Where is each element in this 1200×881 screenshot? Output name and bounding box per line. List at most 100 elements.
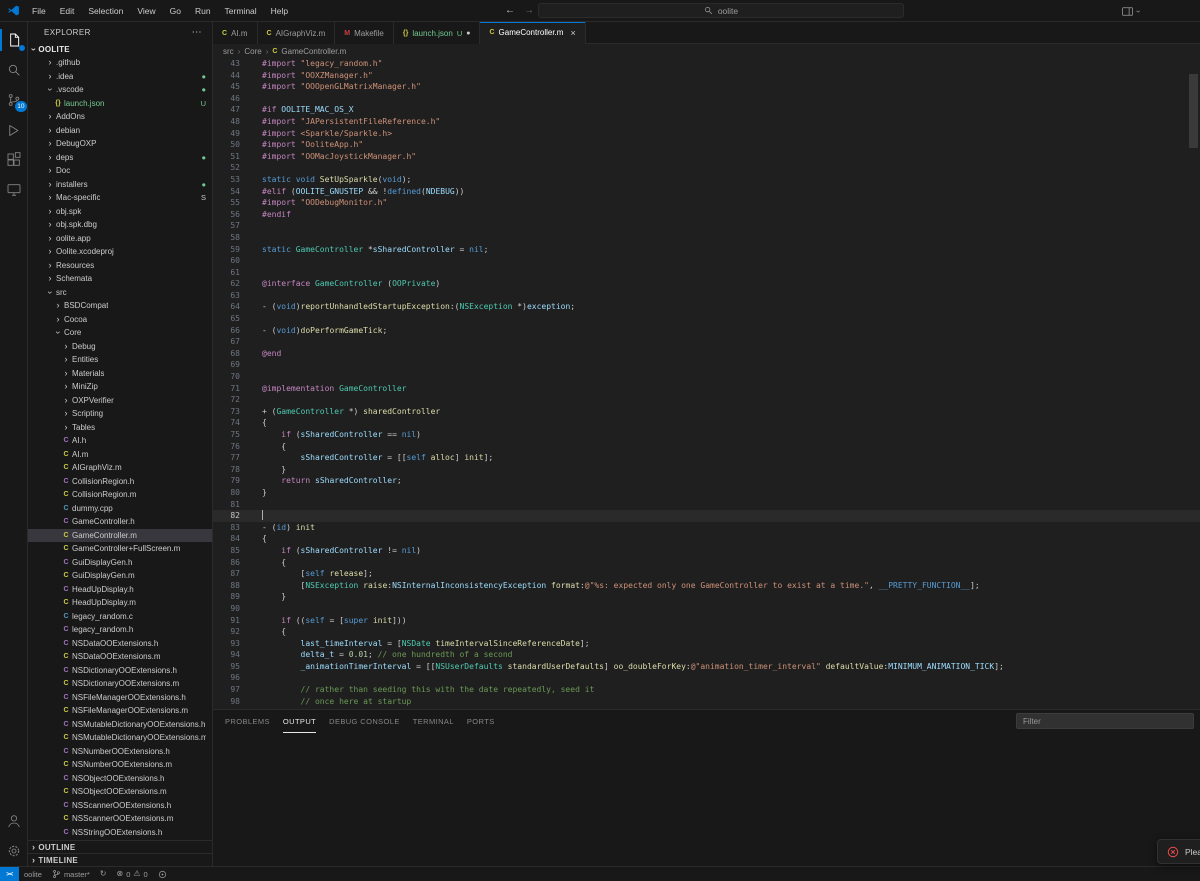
code-line-72[interactable]: 72 <box>213 394 1200 406</box>
tree-item-.github[interactable]: ›.github <box>28 56 212 70</box>
tab-AIGraphViz.m[interactable]: CAIGraphViz.m <box>258 22 336 44</box>
run-debug-activity-icon[interactable] <box>0 115 28 145</box>
code-line-94[interactable]: 94 delta_t = 0.01; // one hundredth of a… <box>213 649 1200 661</box>
code-line-45[interactable]: 45#import "OOOpenGLMatrixManager.h" <box>213 81 1200 93</box>
code-line-55[interactable]: 55#import "OODebugMonitor.h" <box>213 197 1200 209</box>
tree-item-obj.spk.dbg[interactable]: ›obj.spk.dbg <box>28 218 212 232</box>
code-line-90[interactable]: 90 <box>213 603 1200 615</box>
code-line-98[interactable]: 98 // once here at startup <box>213 696 1200 708</box>
extensions-activity-icon[interactable] <box>0 145 28 175</box>
code-line-53[interactable]: 53static void SetUpSparkle(void); <box>213 174 1200 186</box>
tree-item-NSFileManagerOOExtensions.h[interactable]: CNSFileManagerOOExtensions.h <box>28 691 212 705</box>
tree-item-DebugOXP[interactable]: ›DebugOXP <box>28 137 212 151</box>
forward-icon[interactable]: → <box>524 5 534 16</box>
search-activity-icon[interactable] <box>0 55 28 85</box>
breadcrumb-item[interactable]: Core <box>244 47 261 56</box>
more-actions-icon[interactable]: ⋯ <box>192 27 202 38</box>
tree-item-HeadUpDisplay.m[interactable]: CHeadUpDisplay.m <box>28 596 212 610</box>
tree-item-NSMutableDictionaryOOExtensions.h[interactable]: CNSMutableDictionaryOOExtensions.h <box>28 718 212 732</box>
tree-item-CollisionRegion.h[interactable]: CCollisionRegion.h <box>28 475 212 489</box>
panel-tab-debug-console[interactable]: DEBUG CONSOLE <box>329 710 400 733</box>
tree-item-NSNumberOOExtensions.m[interactable]: CNSNumberOOExtensions.m <box>28 758 212 772</box>
code-line-64[interactable]: 64- (void)reportUnhandledStartupExceptio… <box>213 301 1200 313</box>
command-center[interactable]: oolite <box>538 3 904 18</box>
status-problems[interactable]: ⊗ 0 ⚠ 0 <box>111 867 152 881</box>
code-line-56[interactable]: 56#endif <box>213 209 1200 221</box>
tree-item-Doc[interactable]: ›Doc <box>28 164 212 178</box>
tree-item-AI.m[interactable]: CAI.m <box>28 448 212 462</box>
code-line-83[interactable]: 83- (id) init <box>213 522 1200 534</box>
code-line-61[interactable]: 61 <box>213 267 1200 279</box>
account-icon[interactable] <box>0 806 28 836</box>
code-line-59[interactable]: 59static GameController *sSharedControll… <box>213 244 1200 256</box>
tree-item-NSDictionaryOOExtensions.h[interactable]: CNSDictionaryOOExtensions.h <box>28 664 212 678</box>
notification-toast[interactable]: Plea <box>1157 839 1200 864</box>
code-line-44[interactable]: 44#import "OOXZManager.h" <box>213 70 1200 82</box>
tree-item-Cocoa[interactable]: ›Cocoa <box>28 313 212 327</box>
menu-help[interactable]: Help <box>264 0 295 21</box>
code-line-74[interactable]: 74{ <box>213 417 1200 429</box>
panel-tab-ports[interactable]: PORTS <box>467 710 495 733</box>
tree-item-NSScannerOOExtensions.m[interactable]: CNSScannerOOExtensions.m <box>28 812 212 826</box>
breadcrumb-item[interactable]: GameController.m <box>281 47 346 56</box>
remote-indicator[interactable]: >< <box>0 867 19 881</box>
status-sync[interactable]: ↻ <box>95 867 112 881</box>
code-line-79[interactable]: 79 return sSharedController; <box>213 475 1200 487</box>
source-control-activity-icon[interactable]: 10 <box>0 85 28 115</box>
tree-item-Oolite.xcodeproj[interactable]: ›Oolite.xcodeproj <box>28 245 212 259</box>
tree-item-dummy.cpp[interactable]: Cdummy.cpp <box>28 502 212 516</box>
tree-item-Materials[interactable]: ›Materials <box>28 367 212 381</box>
tree-item-AIGraphViz.m[interactable]: CAIGraphViz.m <box>28 461 212 475</box>
tree-item-NSNumberOOExtensions.h[interactable]: CNSNumberOOExtensions.h <box>28 745 212 759</box>
code-line-77[interactable]: 77 sSharedController = [[self alloc] ini… <box>213 452 1200 464</box>
tree-item-NSDataOOExtensions.m[interactable]: CNSDataOOExtensions.m <box>28 650 212 664</box>
tab-AI.m[interactable]: CAI.m <box>213 22 258 44</box>
code-line-97[interactable]: 97 // rather than seeding this with the … <box>213 684 1200 696</box>
code-line-68[interactable]: 68@end <box>213 348 1200 360</box>
status-misc[interactable] <box>153 867 172 881</box>
menu-file[interactable]: File <box>25 0 53 21</box>
status-git-branch[interactable]: master* <box>47 867 95 881</box>
menu-run[interactable]: Run <box>188 0 218 21</box>
tree-item-Debug[interactable]: ›Debug <box>28 340 212 354</box>
workspace-root-row[interactable]: › OOLITE <box>28 42 212 56</box>
code-editor[interactable]: 43#import "legacy_random.h"44#import "OO… <box>213 58 1200 709</box>
chevron-down-icon[interactable]: › <box>1134 10 1143 13</box>
tree-item-NSFileManagerOOExtensions.m[interactable]: CNSFileManagerOOExtensions.m <box>28 704 212 718</box>
code-line-48[interactable]: 48#import "JAPersistentFileReference.h" <box>213 116 1200 128</box>
menu-view[interactable]: View <box>130 0 162 21</box>
tree-item-GameController+FullScreen.m[interactable]: CGameController+FullScreen.m <box>28 542 212 556</box>
menu-go[interactable]: Go <box>163 0 188 21</box>
tree-item-CollisionRegion.m[interactable]: CCollisionRegion.m <box>28 488 212 502</box>
tree-item-GuiDisplayGen.m[interactable]: CGuiDisplayGen.m <box>28 569 212 583</box>
tree-item-obj.spk[interactable]: ›obj.spk <box>28 205 212 219</box>
code-line-82[interactable]: 82 <box>213 510 1200 522</box>
tree-item-Tables[interactable]: ›Tables <box>28 421 212 435</box>
code-line-63[interactable]: 63 <box>213 290 1200 302</box>
tree-item-launch.json[interactable]: {}launch.jsonU <box>28 97 212 111</box>
code-line-69[interactable]: 69 <box>213 359 1200 371</box>
code-line-86[interactable]: 86 { <box>213 557 1200 569</box>
code-line-46[interactable]: 46 <box>213 93 1200 105</box>
code-line-81[interactable]: 81 <box>213 499 1200 511</box>
tree-item-AddOns[interactable]: ›AddOns <box>28 110 212 124</box>
tree-item-legacy_random.c[interactable]: Clegacy_random.c <box>28 610 212 624</box>
tree-item-debian[interactable]: ›debian <box>28 124 212 138</box>
code-line-96[interactable]: 96 <box>213 672 1200 684</box>
tree-item-NSDictionaryOOExtensions.m[interactable]: CNSDictionaryOOExtensions.m <box>28 677 212 691</box>
code-line-80[interactable]: 80} <box>213 487 1200 499</box>
code-line-65[interactable]: 65 <box>213 313 1200 325</box>
menu-terminal[interactable]: Terminal <box>218 0 264 21</box>
code-line-54[interactable]: 54#elif (OOLITE_GNUSTEP && !defined(NDEB… <box>213 186 1200 198</box>
tree-item-AI.h[interactable]: CAI.h <box>28 434 212 448</box>
tree-item-Scripting[interactable]: ›Scripting <box>28 407 212 421</box>
code-line-60[interactable]: 60 <box>213 255 1200 267</box>
code-line-88[interactable]: 88 [NSException raise:NSInternalInconsis… <box>213 580 1200 592</box>
explorer-activity-icon[interactable] <box>0 25 28 55</box>
tree-item-GuiDisplayGen.h[interactable]: CGuiDisplayGen.h <box>28 556 212 570</box>
back-icon[interactable]: ← <box>505 5 515 16</box>
code-line-89[interactable]: 89 } <box>213 591 1200 603</box>
tree-item-HeadUpDisplay.h[interactable]: CHeadUpDisplay.h <box>28 583 212 597</box>
code-line-70[interactable]: 70 <box>213 371 1200 383</box>
panel-tab-problems[interactable]: PROBLEMS <box>225 710 270 733</box>
